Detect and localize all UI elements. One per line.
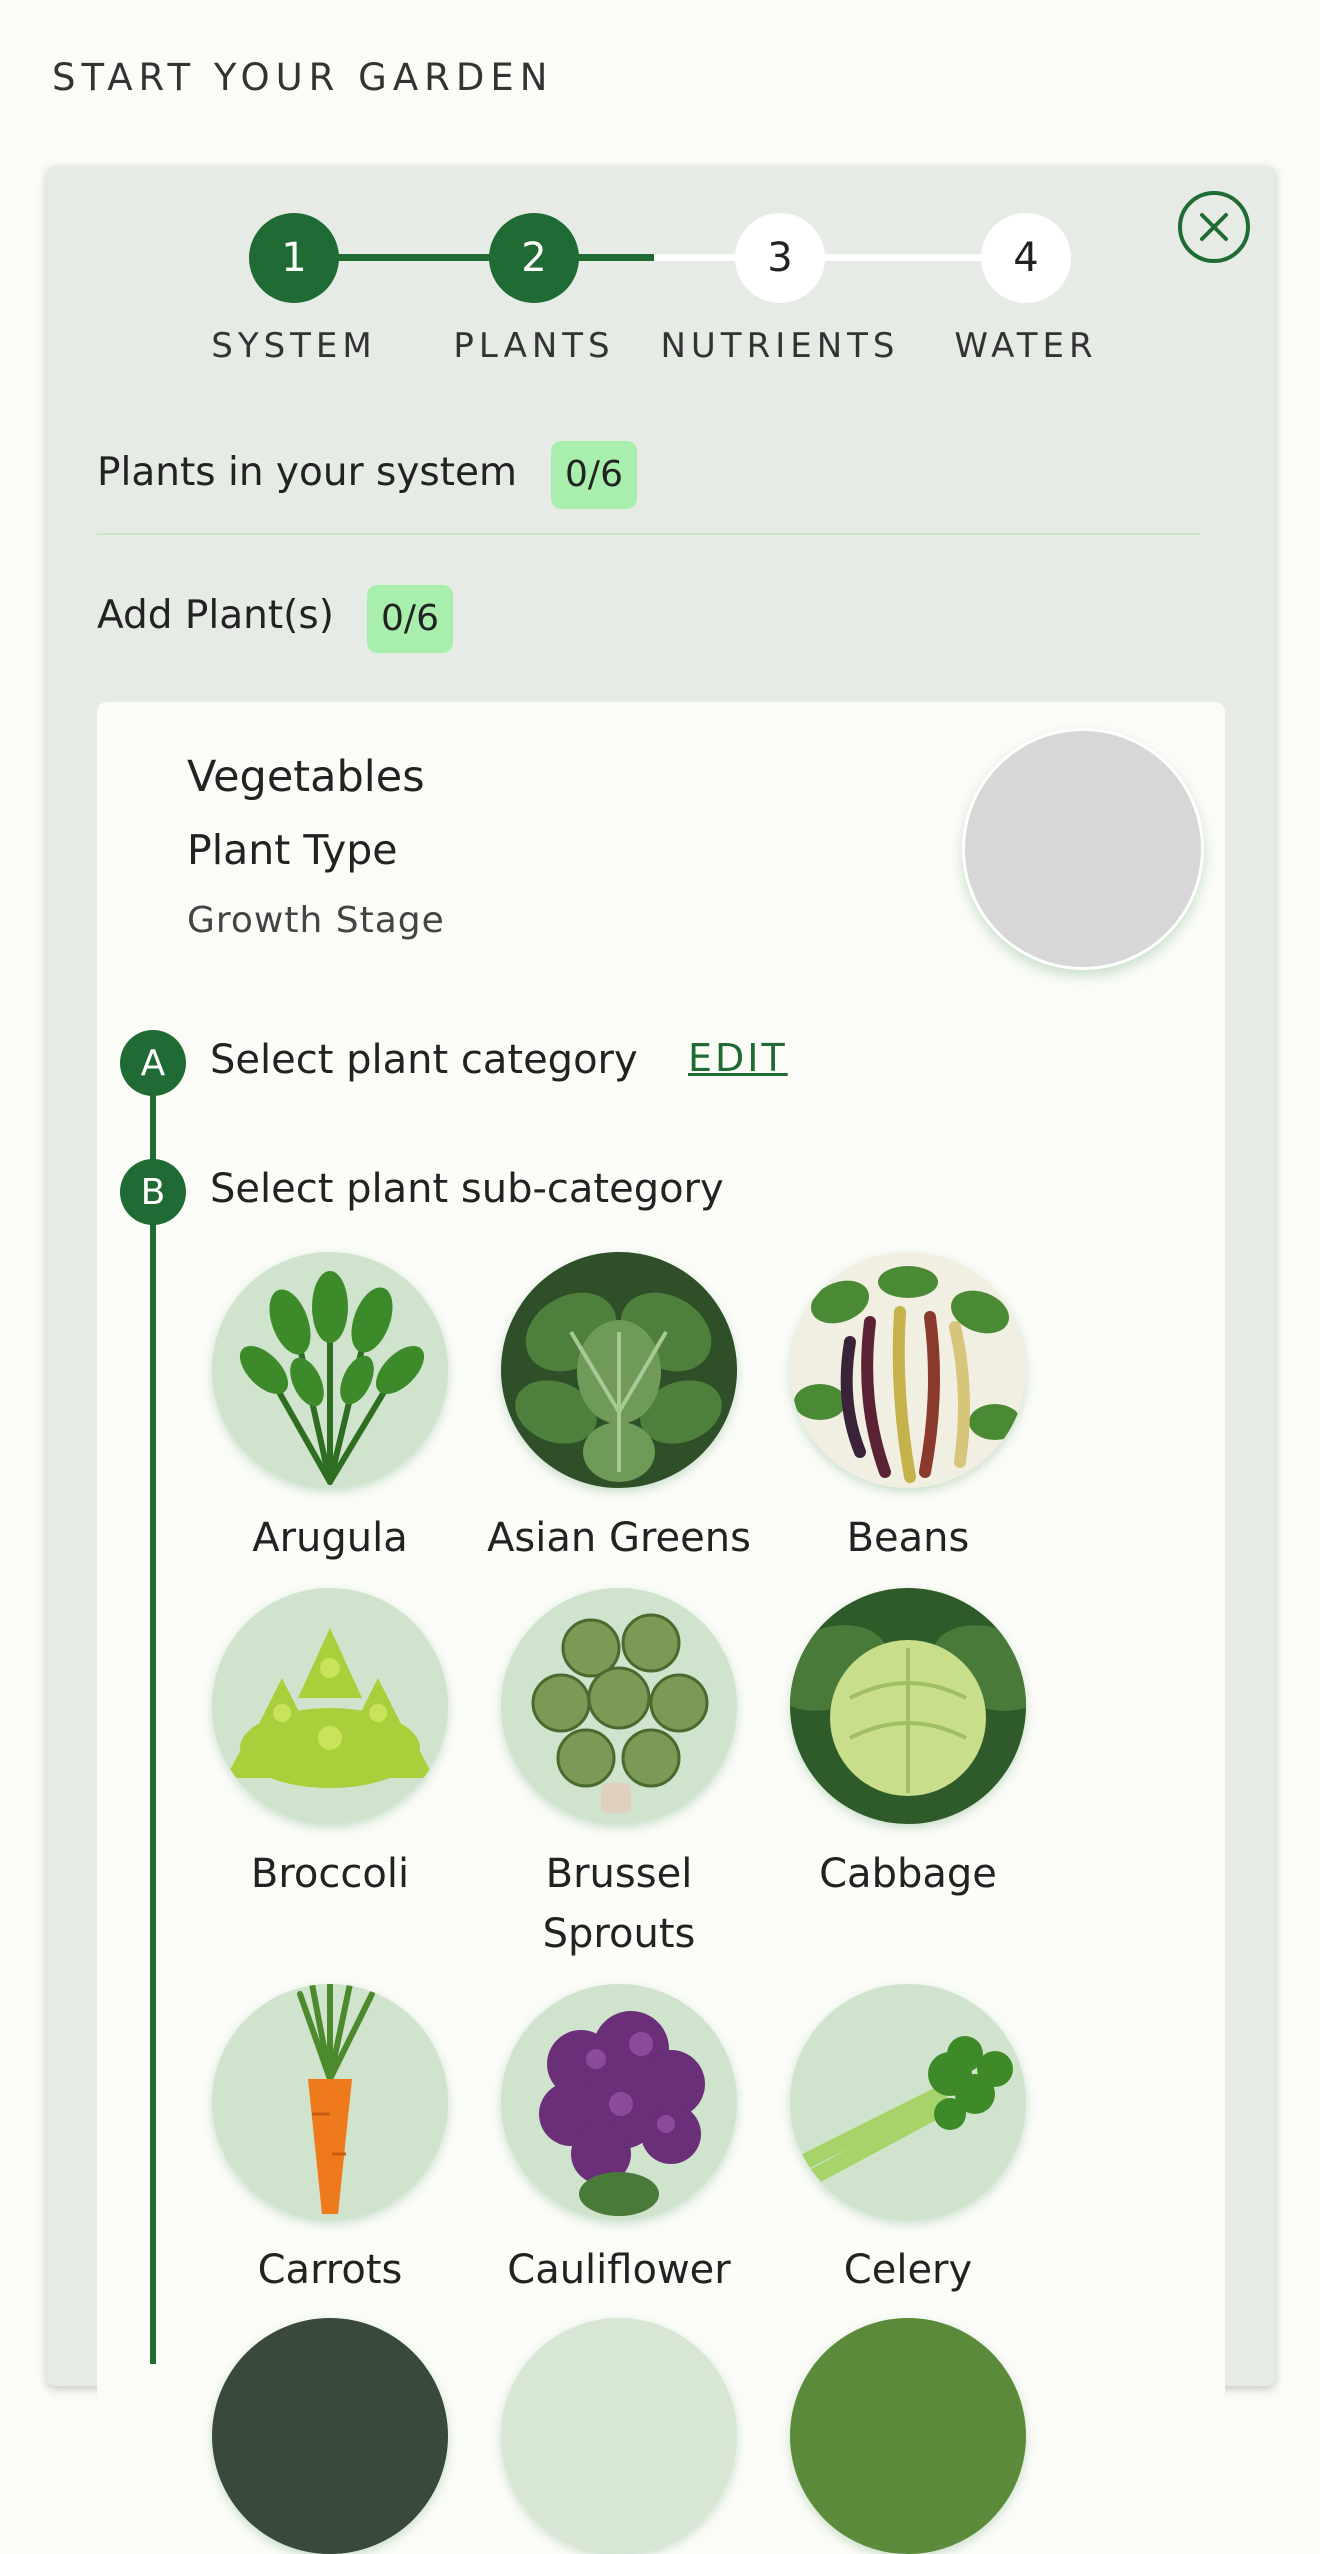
subcategory-name: Beans [846,1515,970,1561]
plant-category-heading: Vegetables [187,752,425,802]
stepper-step-3[interactable]: 3 [735,213,825,303]
cabbage-image [790,1588,1026,1824]
wizard-progress-line [150,1064,156,2364]
plants-in-system-count-badge: 0/6 [551,441,637,509]
subcategory-name: Cauliflower [507,2247,731,2293]
stepper-label-plants: PLANTS [453,326,615,366]
subcategory-arugula[interactable]: Arugula [190,1252,470,1568]
step-a-text: Select plant category [210,1037,638,1083]
close-button[interactable] [1178,191,1250,263]
plant-image-placeholder [962,728,1204,970]
subcategory-name: Asian Greens [487,1515,751,1561]
subcategory-cabbage[interactable]: Cabbage [768,1588,1048,1904]
carrots-image [212,1984,448,2220]
stepper-step-4[interactable]: 4 [981,213,1071,303]
subcategory-beans[interactable]: Beans [768,1252,1048,1568]
plant-type-heading: Plant Type [187,826,398,874]
subcategory-asian-greens[interactable]: Asian Greens [479,1252,759,1568]
stepper-label-nutrients: NUTRIENTS [660,326,900,366]
subcategory-next-row-1[interactable] [190,2318,470,2554]
stepper-label-system: SYSTEM [211,326,377,366]
subcategory-next-row-2[interactable] [479,2318,759,2554]
stepper-step-2[interactable]: 2 [489,213,579,303]
subcategory-broccoli[interactable]: Broccoli [190,1588,470,1904]
subcategory-brussel-sprouts[interactable]: Brussel Sprouts [479,1588,759,1964]
add-plants-count-badge: 0/6 [367,585,453,653]
add-plants-label: Add Plant(s) [97,593,334,638]
subcategory-cauliflower[interactable]: Cauliflower [479,1984,759,2300]
subcategory-name: Celery [843,2247,973,2293]
close-icon [1200,213,1228,241]
stepper-step-1[interactable]: 1 [249,213,339,303]
subcategory-name: Carrots [257,2247,403,2293]
edit-category-link[interactable]: EDIT [688,1036,788,1080]
step-b-marker: B [120,1159,186,1225]
subcategory-carrots[interactable]: Carrots [190,1984,470,2300]
broccoli-image [212,1588,448,1824]
plants-in-system-label: Plants in your system [97,450,518,495]
plant-image [212,2318,448,2554]
subcategory-celery[interactable]: Celery [768,1984,1048,2300]
beans-image [790,1252,1026,1488]
celery-image [790,1984,1026,2220]
brussel-sprouts-image [501,1588,737,1824]
plant-image [501,2318,737,2554]
page-title: START YOUR GARDEN [52,56,554,99]
growth-stage-text: Growth Stage [187,900,445,941]
subcategory-name: Brussel Sprouts [542,1851,696,1957]
stepper-label-water: WATER [954,326,1098,366]
subcategory-name: Cabbage [819,1851,997,1897]
summary-divider [97,533,1200,535]
asian-greens-image [501,1252,737,1488]
step-a-marker: A [120,1030,186,1096]
step-b-text: Select plant sub-category [210,1166,724,1212]
subcategory-name: Broccoli [250,1851,410,1897]
subcategory-next-row-3[interactable] [768,2318,1048,2554]
arugula-image [212,1252,448,1488]
plant-image [790,2318,1026,2554]
subcategory-name: Arugula [252,1515,408,1561]
cauliflower-image [501,1984,737,2220]
